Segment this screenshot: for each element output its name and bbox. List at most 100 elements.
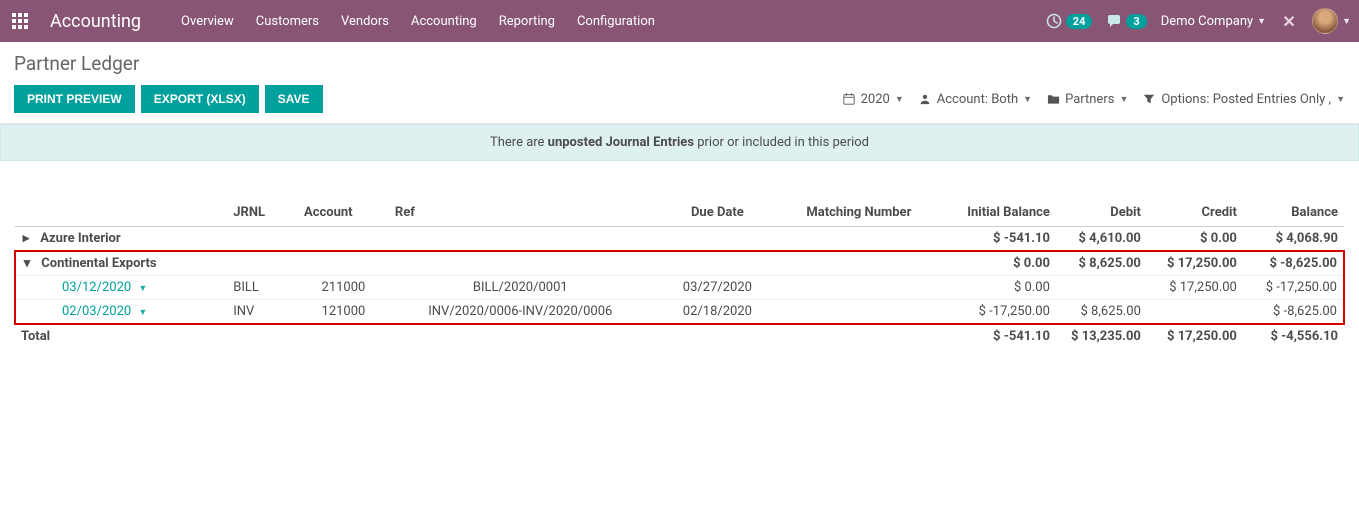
col-initbal: Initial Balance [935,173,1056,227]
activities-button[interactable]: 24 [1046,13,1093,29]
cell-credit [1147,300,1243,325]
activity-count: 24 [1066,14,1093,29]
filter-partners-label: Partners [1065,92,1114,107]
caret-icon: ▼ [138,284,147,294]
messages-button[interactable]: 3 [1106,13,1146,29]
cell-account: 121000 [298,300,389,325]
brand[interactable]: Accounting [50,11,141,32]
filter-partners[interactable]: Partners ▼ [1046,92,1128,107]
print-preview-button[interactable]: PRINT PREVIEW [14,85,135,113]
cell-balance: $ -8,625.00 [1243,300,1344,325]
col-account: Account [298,173,389,227]
nav-customers[interactable]: Customers [256,14,319,29]
caret-icon: ▼ [1336,94,1345,105]
cell-debit [1056,276,1147,300]
cell-initbal: $ -541.10 [935,227,1056,252]
expand-icon[interactable]: ▸ [21,231,31,246]
filter-options-label: Options: Posted Entries Only , [1161,92,1331,107]
cell-credit: $ 17,250.00 [1147,276,1243,300]
cell-ref: BILL/2020/0001 [389,276,652,300]
col-credit: Credit [1147,173,1243,227]
cell-due: 02/18/2020 [652,300,783,325]
filter-options[interactable]: Options: Posted Entries Only , ▼ [1142,92,1345,107]
col-ref: Ref [389,173,652,227]
col-jrnl: JRNL [227,173,298,227]
total-balance: $ -4,556.10 [1243,324,1344,348]
company-switcher[interactable]: Demo Company ▼ [1161,14,1266,29]
main-nav: Overview Customers Vendors Accounting Re… [181,14,1046,29]
caret-icon: ▼ [1119,94,1128,105]
filter-icon [1142,92,1156,106]
avatar [1312,8,1338,34]
nav-vendors[interactable]: Vendors [341,14,389,29]
caret-icon: ▼ [895,94,904,105]
user-menu[interactable]: ▼ [1312,8,1351,34]
nav-overview[interactable]: Overview [181,14,234,29]
nav-right: 24 3 Demo Company ▼ ✕ ▼ [1046,8,1351,34]
cell-balance: $ -17,250.00 [1243,276,1344,300]
collapse-icon[interactable]: ▾ [22,256,32,271]
save-button[interactable]: SAVE [265,85,323,113]
chat-count: 3 [1126,14,1146,29]
cell-account: 211000 [298,276,389,300]
col-due: Due Date [652,173,783,227]
caret-icon: ▼ [138,308,147,318]
ledger-line[interactable]: 02/03/2020 ▼ INV 121000 INV/2020/0006-IN… [15,300,1344,325]
partner-ledger-table: JRNL Account Ref Due Date Matching Numbe… [14,173,1345,348]
cell-initbal: $ 0.00 [935,276,1056,300]
col-debit: Debit [1056,173,1147,227]
cell-credit: $ 17,250.00 [1147,251,1243,276]
export-xlsx-button[interactable]: EXPORT (XLSX) [141,85,259,113]
clock-icon [1046,13,1062,29]
cell-due: 03/27/2020 [652,276,783,300]
total-initbal: $ -541.10 [935,324,1056,348]
chat-icon [1106,13,1122,29]
table-header-row: JRNL Account Ref Due Date Matching Numbe… [15,173,1344,227]
cell-balance: $ 4,068.90 [1243,227,1344,252]
cell-credit: $ 0.00 [1147,227,1243,252]
cell-initbal: $ 0.00 [935,251,1056,276]
page-title: Partner Ledger [14,52,1345,75]
alert-suffix: prior or included in this period [694,135,869,150]
line-date-link[interactable]: 02/03/2020 ▼ [22,304,147,319]
total-credit: $ 17,250.00 [1147,324,1243,348]
cell-debit: $ 8,625.00 [1056,251,1147,276]
user-icon [918,92,932,106]
top-navbar: Accounting Overview Customers Vendors Ac… [0,0,1359,42]
nav-accounting[interactable]: Accounting [411,14,477,29]
line-date-link[interactable]: 03/12/2020 ▼ [22,280,147,295]
debug-icon[interactable]: ✕ [1280,12,1298,30]
alert-bold: unposted Journal Entries [548,135,694,150]
apps-menu-icon[interactable] [8,9,32,33]
company-name: Demo Company [1161,14,1253,29]
total-debit: $ 13,235.00 [1056,324,1147,348]
alert-prefix: There are [490,135,548,150]
cell-debit: $ 4,610.00 [1056,227,1147,252]
calendar-icon [842,92,856,106]
nav-reporting[interactable]: Reporting [499,14,555,29]
partner-name: Continental Exports [41,256,156,271]
folder-icon [1046,92,1060,106]
action-buttons: PRINT PREVIEW EXPORT (XLSX) SAVE [14,85,323,113]
col-match: Matching Number [783,173,935,227]
total-label: Total [15,324,227,348]
warning-banner: There are unposted Journal Entries prior… [0,124,1359,161]
filter-bar: 2020 ▼ Account: Both ▼ Partners ▼ [842,92,1345,107]
cell-debit: $ 8,625.00 [1056,300,1147,325]
ledger-line[interactable]: 03/12/2020 ▼ BILL 211000 BILL/2020/0001 … [15,276,1344,300]
filter-account-label: Account: Both [937,92,1018,107]
partner-row-continental[interactable]: ▾ Continental Exports $ 0.00 $ 8,625.00 … [15,251,1344,276]
total-row: Total $ -541.10 $ 13,235.00 $ 17,250.00 … [15,324,1344,348]
cell-ref: INV/2020/0006-INV/2020/0006 [389,300,652,325]
cell-balance: $ -8,625.00 [1243,251,1344,276]
filter-year[interactable]: 2020 ▼ [842,92,904,107]
nav-configuration[interactable]: Configuration [577,14,655,29]
cell-jrnl: INV [227,300,298,325]
cell-jrnl: BILL [227,276,298,300]
control-panel: Partner Ledger PRINT PREVIEW EXPORT (XLS… [0,42,1359,124]
filter-year-label: 2020 [861,92,890,107]
filter-account[interactable]: Account: Both ▼ [918,92,1032,107]
partner-row-azure[interactable]: ▸ Azure Interior $ -541.10 $ 4,610.00 $ … [15,227,1344,252]
cell-initbal: $ -17,250.00 [935,300,1056,325]
caret-icon: ▼ [1257,16,1266,27]
